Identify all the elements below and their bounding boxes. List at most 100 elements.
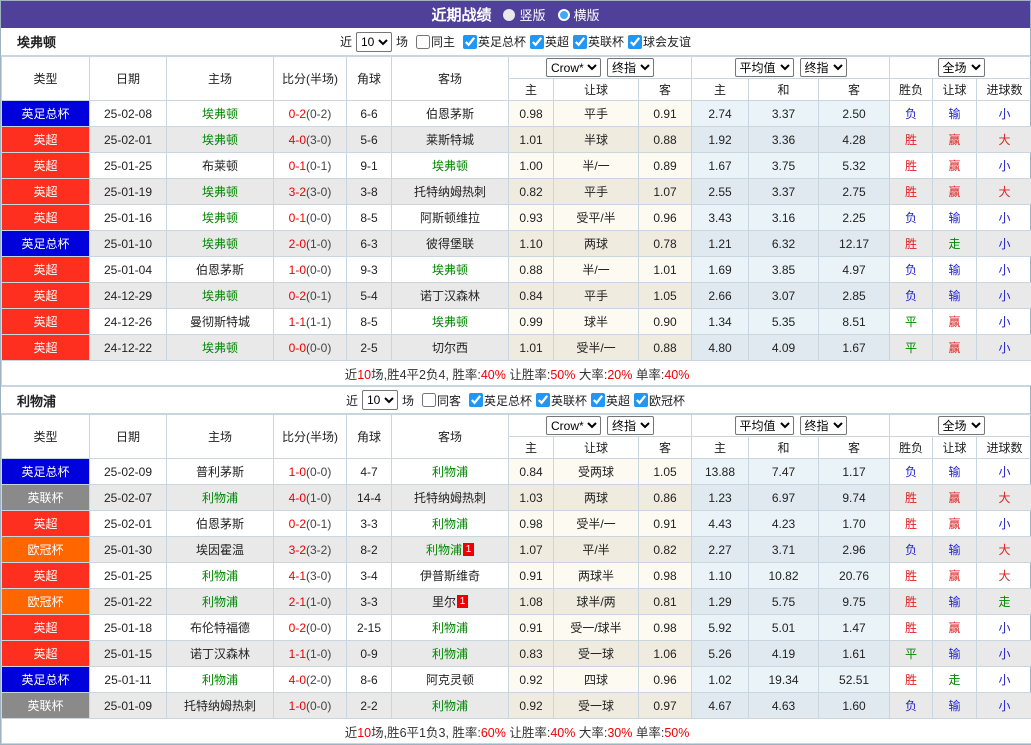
home-team[interactable]: 埃弗顿 <box>167 101 274 127</box>
away-team[interactable]: 埃弗顿 <box>392 309 509 335</box>
average-select[interactable]: 平均值 <box>735 416 794 435</box>
match-score[interactable]: 0-0(0-0) <box>274 335 347 361</box>
home-team[interactable]: 托特纳姆热刺 <box>167 693 274 719</box>
league-checkbox[interactable] <box>628 35 642 49</box>
everton-summary-row: 近10场,胜4平2负4, 胜率:40% 让胜率:50% 大率:20% 单率:40… <box>2 361 1031 386</box>
same-venue-checkbox[interactable] <box>416 35 430 49</box>
match-score[interactable]: 0-2(0-1) <box>274 283 347 309</box>
match-count-select[interactable]: 10 <box>362 390 398 410</box>
away-team[interactable]: 利物浦 <box>392 693 509 719</box>
home-team[interactable]: 埃弗顿 <box>167 179 274 205</box>
home-team[interactable]: 普利茅斯 <box>167 459 274 485</box>
away-team[interactable]: 利物浦 <box>392 615 509 641</box>
league-filter[interactable]: 英足总杯 <box>465 392 532 409</box>
away-team[interactable]: 托特纳姆热刺 <box>392 179 509 205</box>
match-score[interactable]: 0-2(0-2) <box>274 101 347 127</box>
home-team[interactable]: 利物浦 <box>167 589 274 615</box>
home-team[interactable]: 布莱顿 <box>167 153 274 179</box>
bookmaker-select[interactable]: Crow* <box>546 416 601 435</box>
away-team[interactable]: 利物浦1 <box>392 537 509 563</box>
away-team[interactable]: 里尔1 <box>392 589 509 615</box>
match-score[interactable]: 2-0(1-0) <box>274 231 347 257</box>
match-score[interactable]: 3-2(3-0) <box>274 179 347 205</box>
radio-unselected-icon[interactable] <box>558 9 570 21</box>
home-team[interactable]: 埃因霍温 <box>167 537 274 563</box>
match-score[interactable]: 1-0(0-0) <box>274 459 347 485</box>
league-filter[interactable]: 英联杯 <box>569 33 624 50</box>
match-score[interactable]: 2-1(1-0) <box>274 589 347 615</box>
away-team[interactable]: 利物浦 <box>392 511 509 537</box>
home-team[interactable]: 布伦特福德 <box>167 615 274 641</box>
away-team[interactable]: 利物浦 <box>392 641 509 667</box>
match-score[interactable]: 4-0(1-0) <box>274 485 347 511</box>
away-team[interactable]: 切尔西 <box>392 335 509 361</box>
final-index-select[interactable]: 终指 <box>607 416 654 435</box>
home-team[interactable]: 埃弗顿 <box>167 231 274 257</box>
match-score[interactable]: 0-2(0-1) <box>274 511 347 537</box>
match-score[interactable]: 1-0(0-0) <box>274 257 347 283</box>
home-team[interactable]: 曼彻斯特城 <box>167 309 274 335</box>
bookmaker-select[interactable]: Crow* <box>546 58 601 77</box>
away-team[interactable]: 诺丁汉森林 <box>392 283 509 309</box>
home-team[interactable]: 利物浦 <box>167 563 274 589</box>
league-filter[interactable]: 欧冠杯 <box>630 392 685 409</box>
average-select[interactable]: 平均值 <box>735 58 794 77</box>
league-checkbox[interactable] <box>573 35 587 49</box>
match-count-select[interactable]: 10 <box>356 32 392 52</box>
match-score[interactable]: 3-2(3-2) <box>274 537 347 563</box>
match-score[interactable]: 0-1(0-1) <box>274 153 347 179</box>
league-filter[interactable]: 英超 <box>587 392 630 409</box>
home-team[interactable]: 埃弗顿 <box>167 205 274 231</box>
home-team[interactable]: 利物浦 <box>167 667 274 693</box>
league-checkbox[interactable] <box>530 35 544 49</box>
same-venue-filter[interactable]: 同主 <box>412 33 455 50</box>
league-checkbox[interactable] <box>469 393 483 407</box>
final-index-select-2[interactable]: 终指 <box>800 416 847 435</box>
scope-select[interactable]: 全场 <box>938 58 985 77</box>
match-score[interactable]: 0-1(0-0) <box>274 205 347 231</box>
league-filter[interactable]: 英足总杯 <box>459 33 526 50</box>
away-team[interactable]: 埃弗顿 <box>392 257 509 283</box>
bk-home-odds: 1.07 <box>509 537 554 563</box>
away-team[interactable]: 托特纳姆热刺 <box>392 485 509 511</box>
bk-handicap: 球半 <box>554 309 639 335</box>
match-score[interactable]: 1-1(1-0) <box>274 641 347 667</box>
radio-selected-icon[interactable] <box>503 9 515 21</box>
away-team[interactable]: 莱斯特城 <box>392 127 509 153</box>
league-filter[interactable]: 英超 <box>526 33 569 50</box>
league-filter[interactable]: 英联杯 <box>532 392 587 409</box>
league-checkbox[interactable] <box>463 35 477 49</box>
away-team[interactable]: 伯恩茅斯 <box>392 101 509 127</box>
away-team[interactable]: 伊普斯维奇 <box>392 563 509 589</box>
scope-select[interactable]: 全场 <box>938 416 985 435</box>
col-header-home: 主场 <box>167 415 274 459</box>
league-checkbox[interactable] <box>536 393 550 407</box>
view-mode-horizontal[interactable]: 横版 <box>558 5 600 24</box>
final-index-select[interactable]: 终指 <box>607 58 654 77</box>
match-score[interactable]: 4-1(3-0) <box>274 563 347 589</box>
home-team[interactable]: 利物浦 <box>167 485 274 511</box>
match-score[interactable]: 4-0(3-0) <box>274 127 347 153</box>
match-score[interactable]: 4-0(2-0) <box>274 667 347 693</box>
away-team[interactable]: 彼得堡联 <box>392 231 509 257</box>
away-team[interactable]: 埃弗顿 <box>392 153 509 179</box>
home-team[interactable]: 伯恩茅斯 <box>167 257 274 283</box>
league-filter[interactable]: 球会友谊 <box>624 33 691 50</box>
away-team[interactable]: 阿克灵顿 <box>392 667 509 693</box>
home-team[interactable]: 诺丁汉森林 <box>167 641 274 667</box>
home-team[interactable]: 埃弗顿 <box>167 127 274 153</box>
final-index-select-2[interactable]: 终指 <box>800 58 847 77</box>
view-mode-vertical[interactable]: 竖版 <box>503 5 545 24</box>
home-team[interactable]: 埃弗顿 <box>167 335 274 361</box>
away-team[interactable]: 利物浦 <box>392 459 509 485</box>
home-team[interactable]: 伯恩茅斯 <box>167 511 274 537</box>
away-team[interactable]: 阿斯顿维拉 <box>392 205 509 231</box>
league-checkbox[interactable] <box>591 393 605 407</box>
match-score[interactable]: 1-0(0-0) <box>274 693 347 719</box>
same-venue-filter[interactable]: 同客 <box>418 392 461 409</box>
match-score[interactable]: 0-2(0-0) <box>274 615 347 641</box>
match-score[interactable]: 1-1(1-1) <box>274 309 347 335</box>
same-venue-checkbox[interactable] <box>422 393 436 407</box>
home-team[interactable]: 埃弗顿 <box>167 283 274 309</box>
league-checkbox[interactable] <box>634 393 648 407</box>
